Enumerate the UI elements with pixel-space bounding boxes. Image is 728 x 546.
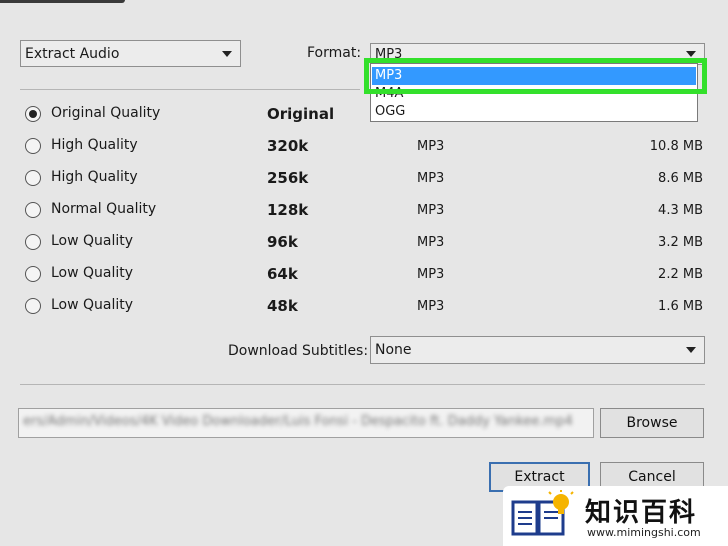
- file-size: 3.2 MB: [658, 235, 703, 250]
- browse-button[interactable]: Browse: [600, 408, 704, 438]
- mode-dropdown[interactable]: Extract Audio: [20, 40, 241, 67]
- watermark-title: 知识百科: [585, 498, 698, 528]
- radio-button[interactable]: [25, 170, 41, 186]
- bitrate-label: 320k: [267, 137, 309, 155]
- bitrate-label: 48k: [267, 297, 298, 315]
- chevron-down-icon: [686, 51, 696, 57]
- bitrate-label: 256k: [267, 169, 309, 187]
- mode-dropdown-value: Extract Audio: [25, 45, 120, 62]
- subtitles-dropdown[interactable]: None: [370, 336, 705, 364]
- bitrate-label: Original: [267, 105, 335, 123]
- quality-label: Low Quality: [51, 265, 134, 281]
- quality-label: High Quality: [51, 137, 138, 153]
- format-value: MP3: [417, 171, 445, 186]
- radio-button[interactable]: [25, 298, 41, 314]
- radio-button[interactable]: [25, 106, 41, 122]
- file-size: 1.6 MB: [658, 299, 703, 314]
- format-option-ogg[interactable]: OGG: [372, 103, 696, 121]
- chevron-down-icon: [222, 50, 232, 57]
- separator: [20, 89, 360, 90]
- annotation-highlight-box: [364, 58, 707, 94]
- format-value: MP3: [417, 267, 445, 282]
- output-path-field[interactable]: ers/Admin/Videos/4K Video Downloader/Lui…: [18, 408, 594, 438]
- bitrate-label: 128k: [267, 201, 309, 219]
- watermark: 知识百科 www.mimingshi.com: [503, 486, 728, 546]
- video-thumbnail-edge: [0, 0, 125, 3]
- subtitles-dropdown-value: None: [375, 342, 412, 358]
- quality-label: Normal Quality: [51, 201, 157, 217]
- format-value: MP3: [417, 139, 445, 154]
- book-lightbulb-icon: [511, 490, 574, 536]
- format-value: MP3: [417, 299, 445, 314]
- format-label: Format:: [307, 45, 362, 61]
- file-size: 8.6 MB: [658, 171, 703, 186]
- format-value: MP3: [417, 235, 445, 250]
- radio-button[interactable]: [25, 202, 41, 218]
- quality-label: Original Quality: [51, 105, 161, 121]
- file-size: 4.3 MB: [658, 203, 703, 218]
- radio-button[interactable]: [25, 266, 41, 282]
- radio-button[interactable]: [25, 138, 41, 154]
- quality-label: Low Quality: [51, 233, 134, 249]
- file-size: 2.2 MB: [658, 267, 703, 282]
- watermark-url: www.mimingshi.com: [587, 526, 701, 539]
- bitrate-label: 96k: [267, 233, 298, 251]
- bitrate-label: 64k: [267, 265, 298, 283]
- quality-label: High Quality: [51, 169, 138, 185]
- radio-button[interactable]: [25, 234, 41, 250]
- subtitles-label: Download Subtitles:: [228, 343, 369, 359]
- chevron-down-icon: [686, 347, 696, 353]
- output-path-value: ers/Admin/Videos/4K Video Downloader/Lui…: [23, 414, 573, 429]
- format-value: MP3: [417, 203, 445, 218]
- separator: [20, 384, 705, 385]
- file-size: 10.8 MB: [649, 139, 703, 154]
- quality-label: Low Quality: [51, 297, 134, 313]
